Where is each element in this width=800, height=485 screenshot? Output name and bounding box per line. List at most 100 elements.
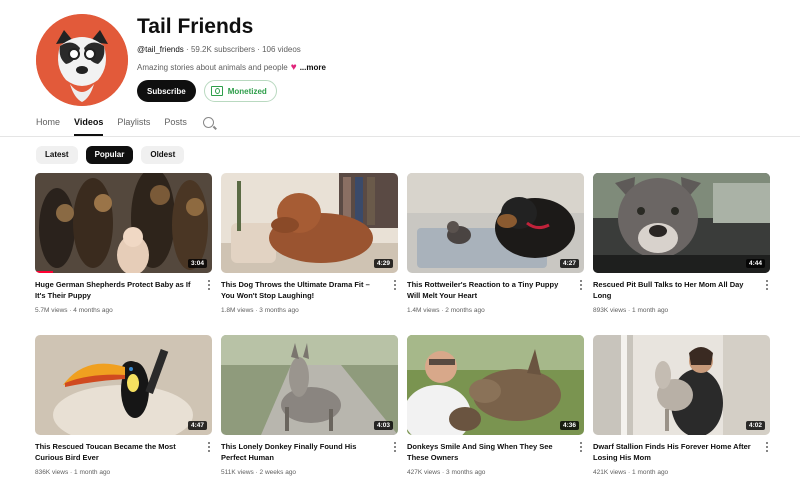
view-count: 893K views bbox=[593, 307, 627, 314]
video-title[interactable]: Rescued Pit Bull Talks to Her Mom All Da… bbox=[593, 279, 753, 301]
view-count: 427K views bbox=[407, 469, 441, 476]
video-title[interactable]: This Lonely Donkey Finally Found His Per… bbox=[221, 441, 381, 463]
video-thumbnail[interactable]: 4:47 bbox=[35, 335, 212, 435]
watch-progress bbox=[35, 271, 53, 273]
channel-actions: Subscribe Monetized bbox=[137, 80, 326, 102]
upload-age: 3 months ago bbox=[259, 307, 299, 314]
video-duration: 4:29 bbox=[373, 259, 393, 268]
view-count: 1.4M views bbox=[407, 307, 440, 314]
view-count: 836K views bbox=[35, 469, 69, 476]
video-duration: 4:36 bbox=[559, 421, 579, 430]
video-card[interactable]: 4:44 Rescued Pit Bull Talks to Her Mom A… bbox=[593, 173, 770, 323]
channel-avatar[interactable] bbox=[36, 14, 128, 106]
rottweiler-puppy-thumbnail-icon bbox=[407, 173, 584, 273]
video-title[interactable]: This Rottweiler's Reaction to a Tiny Pup… bbox=[407, 279, 567, 301]
more-options-icon[interactable] bbox=[392, 442, 398, 454]
video-meta: 427K views · 3 months ago bbox=[407, 469, 486, 476]
description-text: Amazing stories about animals and people bbox=[137, 63, 288, 72]
subscribe-button[interactable]: Subscribe bbox=[137, 80, 196, 102]
video-thumbnail[interactable]: 4:44 bbox=[593, 173, 770, 273]
more-link[interactable]: ...more bbox=[300, 62, 326, 74]
video-card[interactable]: 4:02 Dwarf Stallion Finds His Forever Ho… bbox=[593, 335, 770, 485]
more-options-icon[interactable] bbox=[206, 280, 212, 292]
tab-home[interactable]: Home bbox=[36, 114, 60, 132]
video-thumbnail[interactable]: 4:29 bbox=[221, 173, 398, 273]
video-title[interactable]: Dwarf Stallion Finds His Forever Home Af… bbox=[593, 441, 753, 463]
video-meta: 1.8M views · 3 months ago bbox=[221, 307, 299, 314]
upload-age: 3 months ago bbox=[446, 469, 486, 476]
channel-title: Tail Friends bbox=[137, 15, 254, 38]
heart-icon: ♥ bbox=[290, 62, 297, 73]
video-thumbnail[interactable]: 4:27 bbox=[407, 173, 584, 273]
dwarf-stallion-thumbnail-icon bbox=[593, 335, 770, 435]
more-options-icon[interactable] bbox=[764, 442, 770, 454]
video-thumbnail[interactable]: 3:04 bbox=[35, 173, 212, 273]
toucan-thumbnail-icon bbox=[35, 335, 212, 435]
view-count: 5.7M views bbox=[35, 307, 68, 314]
video-title[interactable]: This Rescued Toucan Became the Most Curi… bbox=[35, 441, 195, 463]
more-options-icon[interactable] bbox=[392, 280, 398, 292]
video-duration: 4:47 bbox=[187, 421, 207, 430]
video-meta: 511K views · 2 weeks ago bbox=[221, 469, 297, 476]
upload-age: 4 months ago bbox=[73, 307, 113, 314]
tab-videos[interactable]: Videos bbox=[74, 114, 104, 136]
monetized-label: Monetized bbox=[227, 86, 267, 96]
chip-popular[interactable]: Popular bbox=[85, 146, 134, 164]
channel-info: Tail Friends @tail_friends · 59.2K subsc… bbox=[137, 12, 326, 102]
tabs-divider bbox=[0, 136, 800, 137]
video-thumbnail[interactable]: 4:36 bbox=[407, 335, 584, 435]
video-meta: 421K views · 1 month ago bbox=[593, 469, 669, 476]
donkey-road-thumbnail-icon bbox=[221, 335, 398, 435]
upload-age: 1 month ago bbox=[74, 469, 111, 476]
more-options-icon[interactable] bbox=[206, 442, 212, 454]
video-card[interactable]: 4:27 This Rottweiler's Reaction to a Tin… bbox=[407, 173, 584, 323]
donkeys-owners-thumbnail-icon bbox=[407, 335, 584, 435]
view-count: 1.8M views bbox=[221, 307, 254, 314]
video-meta: 1.4M views · 2 months ago bbox=[407, 307, 485, 314]
channel-handle: @tail_friends bbox=[137, 45, 184, 54]
pitbull-thumbnail-icon bbox=[593, 173, 770, 273]
video-card[interactable]: 4:03 This Lonely Donkey Finally Found Hi… bbox=[221, 335, 398, 485]
chip-oldest[interactable]: Oldest bbox=[141, 146, 185, 164]
video-card[interactable]: 4:36 Donkeys Smile And Sing When They Se… bbox=[407, 335, 584, 485]
video-thumbnail[interactable]: 4:03 bbox=[221, 335, 398, 435]
video-count: 106 videos bbox=[262, 45, 301, 54]
drama-dog-thumbnail-icon bbox=[221, 173, 398, 273]
view-count: 421K views bbox=[593, 469, 627, 476]
video-title[interactable]: Donkeys Smile And Sing When They See The… bbox=[407, 441, 567, 463]
video-duration: 3:04 bbox=[187, 259, 207, 268]
channel-meta: @tail_friends · 59.2K subscribers · 106 … bbox=[137, 45, 301, 54]
video-duration: 4:03 bbox=[373, 421, 393, 430]
tab-posts[interactable]: Posts bbox=[164, 114, 187, 132]
search-icon[interactable] bbox=[202, 116, 214, 128]
more-options-icon[interactable] bbox=[764, 280, 770, 292]
video-duration: 4:44 bbox=[745, 259, 765, 268]
subscriber-count: 59.2K subscribers bbox=[190, 45, 255, 54]
view-count: 511K views bbox=[221, 469, 254, 476]
video-duration: 4:02 bbox=[745, 421, 765, 430]
video-meta: 836K views · 1 month ago bbox=[35, 469, 111, 476]
upload-age: 2 weeks ago bbox=[259, 469, 297, 476]
monetized-button[interactable]: Monetized bbox=[203, 80, 277, 102]
video-card[interactable]: 4:29 This Dog Throws the Ultimate Drama … bbox=[221, 173, 398, 323]
dog-avatar-icon bbox=[36, 14, 128, 106]
upload-age: 2 months ago bbox=[445, 307, 485, 314]
channel-tabs: Home Videos Playlists Posts bbox=[36, 114, 214, 136]
more-options-icon[interactable] bbox=[578, 280, 584, 292]
upload-age: 1 month ago bbox=[632, 469, 669, 476]
shepherds-baby-thumbnail-icon bbox=[35, 173, 212, 273]
video-card[interactable]: 4:47 This Rescued Toucan Became the Most… bbox=[35, 335, 212, 485]
sort-chips: Latest Popular Oldest bbox=[36, 146, 185, 164]
video-thumbnail[interactable]: 4:02 bbox=[593, 335, 770, 435]
video-meta: 893K views · 1 month ago bbox=[593, 307, 669, 314]
video-title[interactable]: Huge German Shepherds Protect Baby as If… bbox=[35, 279, 195, 301]
chip-latest[interactable]: Latest bbox=[36, 146, 78, 164]
video-card[interactable]: 3:04 Huge German Shepherds Protect Baby … bbox=[35, 173, 212, 323]
more-options-icon[interactable] bbox=[578, 442, 584, 454]
money-icon bbox=[210, 86, 223, 96]
video-title[interactable]: This Dog Throws the Ultimate Drama Fit –… bbox=[221, 279, 381, 301]
tab-playlists[interactable]: Playlists bbox=[117, 114, 150, 132]
channel-header: Tail Friends @tail_friends · 59.2K subsc… bbox=[36, 12, 776, 108]
channel-description[interactable]: Amazing stories about animals and people… bbox=[137, 62, 326, 74]
video-meta: 5.7M views · 4 months ago bbox=[35, 307, 113, 314]
